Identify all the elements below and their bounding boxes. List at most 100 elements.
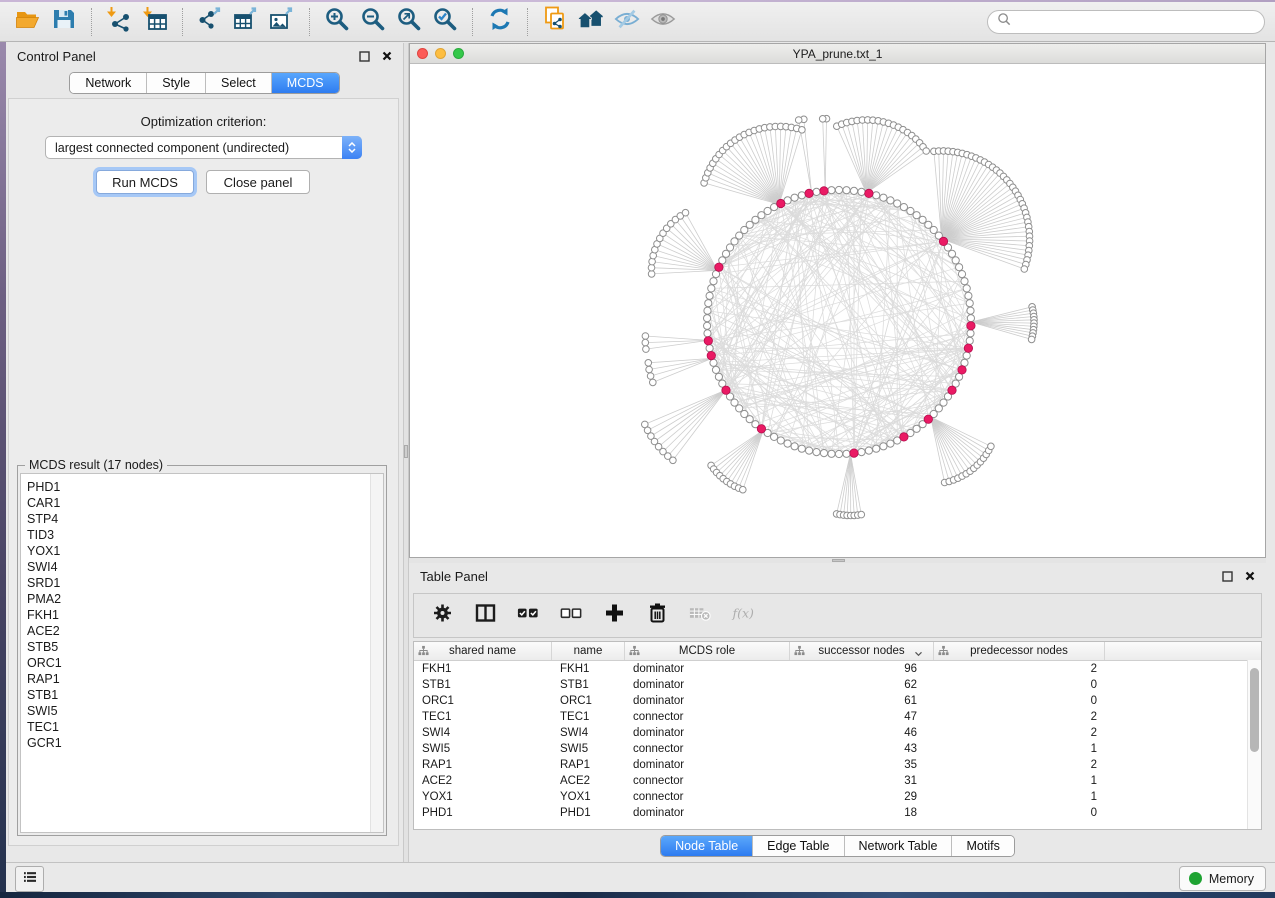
import-table-button[interactable] [137, 7, 173, 37]
zoom-in-button[interactable] [319, 7, 355, 37]
cell-name[interactable]: ORC1 [552, 695, 625, 707]
cell-predecessor-nodes[interactable]: 2 [934, 663, 1105, 675]
cell-shared-name[interactable]: ACE2 [414, 775, 552, 787]
window-maximize-icon[interactable] [453, 48, 464, 59]
cell-predecessor-nodes[interactable]: 1 [934, 775, 1105, 787]
cell-name[interactable]: FKH1 [552, 663, 625, 675]
cell-mcds-role[interactable]: dominator [625, 727, 790, 739]
add-row-button[interactable] [598, 600, 630, 632]
table-row[interactable]: FKH1FKH1dominator962 [414, 661, 1261, 677]
table-row[interactable]: ACE2ACE2connector311 [414, 773, 1261, 789]
list-item[interactable]: SWI5 [21, 703, 383, 719]
chevron-down-icon[interactable] [914, 648, 923, 660]
list-item[interactable]: FKH1 [21, 607, 383, 623]
cell-shared-name[interactable]: TEC1 [414, 711, 552, 723]
cell-mcds-role[interactable]: dominator [625, 807, 790, 819]
open-session-button[interactable] [10, 7, 46, 37]
table-row[interactable]: YOX1YOX1connector291 [414, 789, 1261, 805]
export-network-button[interactable] [192, 7, 228, 37]
cell-predecessor-nodes[interactable]: 2 [934, 711, 1105, 723]
cell-name[interactable]: YOX1 [552, 791, 625, 803]
save-session-button[interactable] [46, 7, 82, 37]
cell-shared-name[interactable]: SWI5 [414, 743, 552, 755]
cell-name[interactable]: SWI4 [552, 727, 625, 739]
cell-mcds-role[interactable]: dominator [625, 663, 790, 675]
column-header-shared-name[interactable]: shared name [414, 642, 552, 660]
list-item[interactable]: GCR1 [21, 735, 383, 751]
list-item[interactable]: PHD1 [21, 479, 383, 495]
tab-node-table[interactable]: Node Table [661, 836, 753, 856]
run-mcds-button[interactable]: Run MCDS [96, 170, 194, 194]
delete-row-button[interactable] [641, 600, 673, 632]
hide-eye-button[interactable] [609, 7, 645, 37]
tab-mcds[interactable]: MCDS [272, 73, 339, 93]
cell-name[interactable]: SWI5 [552, 743, 625, 755]
close-panel-button[interactable]: Close panel [206, 170, 310, 194]
tab-motifs[interactable]: Motifs [952, 836, 1013, 856]
cell-name[interactable]: TEC1 [552, 711, 625, 723]
float-panel-icon[interactable] [1222, 571, 1233, 582]
show-eye-button[interactable] [645, 7, 681, 37]
cell-successor-nodes[interactable]: 29 [790, 791, 934, 803]
cell-mcds-role[interactable]: connector [625, 775, 790, 787]
fit-content-button[interactable] [391, 7, 427, 37]
task-history-button[interactable] [15, 866, 44, 892]
list-item[interactable]: STP4 [21, 511, 383, 527]
tab-select[interactable]: Select [206, 73, 272, 93]
list-item[interactable]: ORC1 [21, 655, 383, 671]
houses-button[interactable] [573, 7, 609, 37]
list-item[interactable]: TID3 [21, 527, 383, 543]
cell-predecessor-nodes[interactable]: 0 [934, 807, 1105, 819]
list-item[interactable]: CAR1 [21, 495, 383, 511]
cell-successor-nodes[interactable]: 62 [790, 679, 934, 691]
tab-edge-table[interactable]: Edge Table [753, 836, 844, 856]
export-image-button[interactable] [264, 7, 300, 37]
cell-successor-nodes[interactable]: 96 [790, 663, 934, 675]
cell-shared-name[interactable]: FKH1 [414, 663, 552, 675]
refresh-button[interactable] [482, 7, 518, 37]
cell-predecessor-nodes[interactable]: 2 [934, 727, 1105, 739]
network-canvas[interactable] [410, 63, 1265, 557]
cell-name[interactable]: ACE2 [552, 775, 625, 787]
cell-shared-name[interactable]: SWI4 [414, 727, 552, 739]
column-header-name[interactable]: name [552, 642, 625, 660]
table-row[interactable]: ORC1ORC1dominator610 [414, 693, 1261, 709]
deselect-all-button[interactable] [555, 600, 587, 632]
search-box[interactable] [987, 10, 1265, 34]
duplicate-network-button[interactable] [537, 7, 573, 37]
cell-successor-nodes[interactable]: 47 [790, 711, 934, 723]
window-minimize-icon[interactable] [435, 48, 446, 59]
table-row[interactable]: SWI5SWI5connector431 [414, 741, 1261, 757]
cell-name[interactable]: RAP1 [552, 759, 625, 771]
cell-mcds-role[interactable]: dominator [625, 679, 790, 691]
cell-predecessor-nodes[interactable]: 2 [934, 759, 1105, 771]
cell-mcds-role[interactable]: connector [625, 743, 790, 755]
table-scrollbar[interactable] [1247, 660, 1261, 829]
zoom-selected-button[interactable] [427, 7, 463, 37]
list-item[interactable]: PMA2 [21, 591, 383, 607]
import-network-button[interactable] [101, 7, 137, 37]
network-window-titlebar[interactable]: YPA_prune.txt_1 [410, 44, 1265, 64]
splitter-handle[interactable] [832, 559, 845, 562]
mcds-result-list[interactable]: PHD1CAR1STP4TID3YOX1SWI4SRD1PMA2FKH1ACE2… [20, 473, 384, 833]
cell-successor-nodes[interactable]: 43 [790, 743, 934, 755]
table-settings-button[interactable] [426, 600, 458, 632]
cell-shared-name[interactable]: STB1 [414, 679, 552, 691]
select-all-button[interactable] [512, 600, 544, 632]
tab-style[interactable]: Style [147, 73, 206, 93]
cell-successor-nodes[interactable]: 46 [790, 727, 934, 739]
tab-network-table[interactable]: Network Table [845, 836, 953, 856]
table-row[interactable]: STB1STB1dominator620 [414, 677, 1261, 693]
cell-successor-nodes[interactable]: 18 [790, 807, 934, 819]
column-header-mcds-role[interactable]: MCDS role [625, 642, 790, 660]
list-item[interactable]: SRD1 [21, 575, 383, 591]
memory-button[interactable]: Memory [1179, 866, 1266, 891]
cell-mcds-role[interactable]: dominator [625, 759, 790, 771]
table-row[interactable]: SWI4SWI4dominator462 [414, 725, 1261, 741]
cell-predecessor-nodes[interactable]: 1 [934, 743, 1105, 755]
cell-predecessor-nodes[interactable]: 0 [934, 679, 1105, 691]
zoom-out-button[interactable] [355, 7, 391, 37]
table-row[interactable]: TEC1TEC1connector472 [414, 709, 1261, 725]
table-row[interactable]: PHD1PHD1dominator180 [414, 805, 1261, 821]
cell-predecessor-nodes[interactable]: 0 [934, 695, 1105, 707]
